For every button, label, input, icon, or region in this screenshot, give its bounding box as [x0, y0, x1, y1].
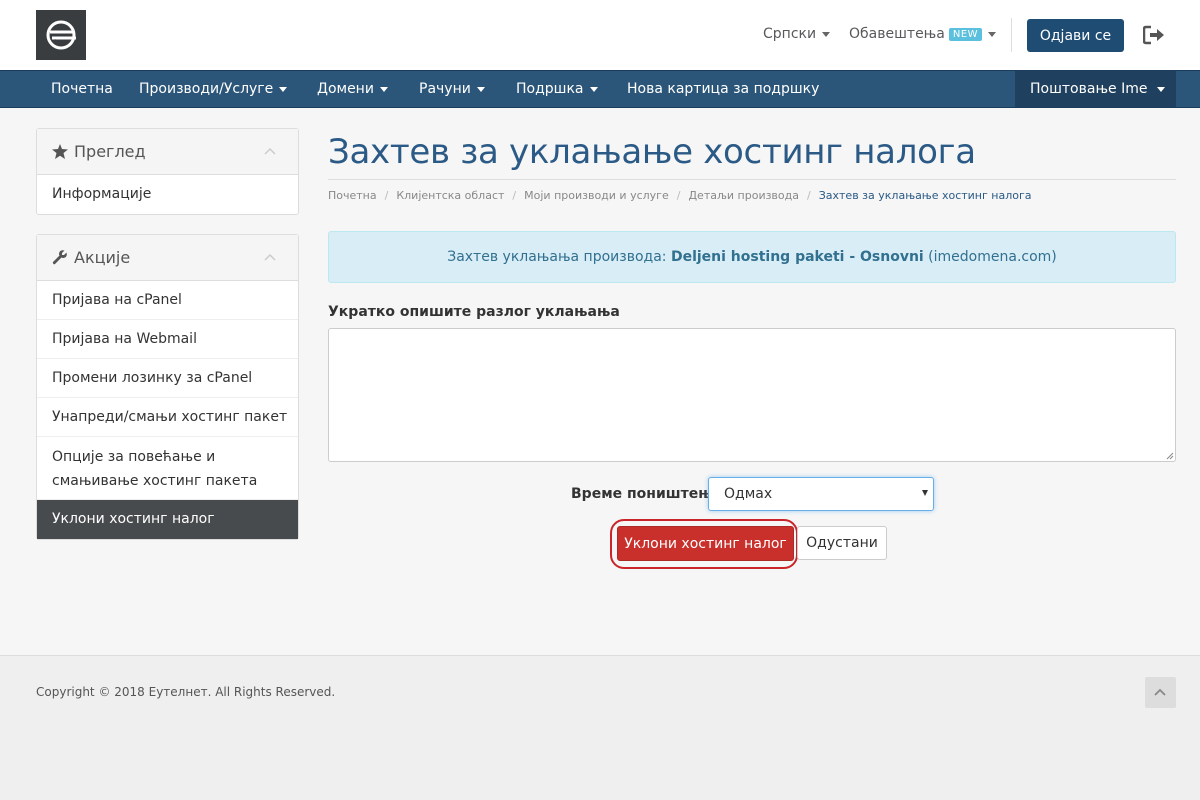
- cancel-button[interactable]: Одустани: [797, 526, 887, 560]
- sidebar-item-label: Промени лозинку за cPanel: [52, 370, 253, 386]
- resize-grip-icon[interactable]: [1165, 451, 1174, 460]
- page-title: Захтев за уклањање хостинг налога: [328, 132, 976, 172]
- main-navbar: Почетна Производи/Услуге Домени Рачуни П…: [0, 70, 1200, 108]
- sidebar-item-upgrade-options[interactable]: Опције за повећање и смањивање хостинг п…: [37, 437, 298, 500]
- nav-account-menu[interactable]: Поштовање Ime: [1015, 71, 1176, 107]
- wrench-icon: [52, 250, 67, 265]
- title-divider: [328, 179, 1176, 180]
- notifications-label: Обавештења: [849, 26, 945, 42]
- header-divider: [1011, 18, 1012, 52]
- breadcrumb-home[interactable]: Почетна: [328, 189, 377, 202]
- breadcrumb-separator: /: [807, 189, 811, 202]
- sidebar-item-label: Опције за повећање и смањивање хостинг п…: [52, 449, 258, 489]
- language-dropdown[interactable]: Српски: [763, 26, 831, 42]
- sidebar-item-label: Информације: [52, 186, 152, 202]
- caret-down-icon: [279, 86, 288, 92]
- caret-down-icon: [589, 86, 598, 92]
- chevron-up-icon[interactable]: [264, 252, 276, 264]
- nav-support-label: Подршка: [516, 81, 584, 97]
- nav-new-ticket[interactable]: Нова картица за подршку: [627, 71, 819, 107]
- nav-billing[interactable]: Рачуни: [419, 71, 485, 107]
- cancellation-time-value: Одмах: [724, 486, 773, 502]
- product-info-alert: Захтев уклањања производа: Deljeni hosti…: [328, 231, 1176, 283]
- sign-out-icon[interactable]: [1143, 25, 1165, 45]
- caret-down-icon: [1157, 86, 1166, 92]
- breadcrumb-separator: /: [676, 189, 681, 202]
- sidebar-item-upgrade-downgrade[interactable]: Унапреди/смањи хостинг пакет: [37, 398, 298, 437]
- nav-products[interactable]: Производи/Услуге: [139, 71, 288, 107]
- breadcrumb-client-area[interactable]: Клијентска област: [396, 189, 504, 202]
- overview-panel: Преглед Информације: [36, 128, 299, 215]
- sidebar-item-label: Пријава на Webmail: [52, 331, 197, 347]
- top-header: Српски Обавештења NEW Одјави се: [0, 0, 1200, 70]
- nav-new-ticket-label: Нова картица за подршку: [627, 81, 820, 97]
- sidebar-item-label: Пријава на cPanel: [52, 292, 182, 308]
- breadcrumb-separator: /: [384, 189, 389, 202]
- sidebar-item-cpanel-login[interactable]: Пријава на cPanel: [37, 281, 298, 320]
- breadcrumb-separator: /: [512, 189, 517, 202]
- sidebar-item-remove-account[interactable]: Уклони хостинг налог: [37, 500, 298, 539]
- cancellation-time-select[interactable]: Одмах: [708, 477, 934, 511]
- nav-domains-label: Домени: [317, 81, 374, 97]
- sidebar-item-label: Унапреди/смањи хостинг пакет: [52, 409, 288, 425]
- caret-down-icon: [822, 31, 831, 37]
- select-arrow-icon: [922, 490, 928, 496]
- page-footer: Copyright © 2018 Еутелнет. All Rights Re…: [0, 655, 1200, 800]
- overview-panel-title: Преглед: [74, 142, 146, 161]
- nav-domains[interactable]: Домени: [317, 71, 388, 107]
- reason-textarea[interactable]: [328, 328, 1176, 462]
- star-icon: [52, 144, 68, 159]
- sidebar-item-information[interactable]: Информације: [37, 175, 298, 214]
- breadcrumb-my-services[interactable]: Моји производи и услуге: [524, 189, 669, 202]
- cancellation-time-label: Време поништења: [571, 486, 722, 502]
- copyright-text: Copyright © 2018 Еутелнет. All Rights Re…: [36, 685, 336, 699]
- actions-panel-header[interactable]: Акције: [37, 235, 298, 281]
- language-label: Српски: [763, 26, 817, 42]
- breadcrumb-product-details[interactable]: Детаљи производа: [688, 189, 799, 202]
- sidebar-item-change-password[interactable]: Промени лозинку за cPanel: [37, 359, 298, 398]
- notifications-dropdown[interactable]: Обавештења NEW: [849, 26, 997, 42]
- nav-home-label: Почетна: [51, 81, 113, 97]
- caret-down-icon: [379, 86, 388, 92]
- alert-domain: (imedomena.com): [923, 249, 1057, 265]
- overview-panel-header[interactable]: Преглед: [37, 129, 298, 175]
- company-logo[interactable]: [36, 10, 86, 60]
- sidebar-item-label: Уклони хостинг налог: [52, 511, 215, 527]
- logo-icon: [46, 20, 76, 50]
- actions-panel: Акције Пријава на cPanel Пријава на Webm…: [36, 234, 299, 540]
- nav-home[interactable]: Почетна: [51, 71, 113, 107]
- nav-support[interactable]: Подршка: [516, 71, 598, 107]
- nav-products-label: Производи/Услуге: [139, 81, 274, 97]
- alert-prefix: Захтев уклањања производа:: [447, 249, 671, 265]
- caret-down-icon: [988, 31, 997, 37]
- chevron-up-icon: [1154, 688, 1166, 696]
- new-badge: NEW: [948, 28, 983, 41]
- sidebar-item-webmail-login[interactable]: Пријава на Webmail: [37, 320, 298, 359]
- remove-account-button[interactable]: Уклони хостинг налог: [617, 526, 794, 561]
- caret-down-icon: [476, 86, 485, 92]
- logout-button[interactable]: Одјави се: [1027, 19, 1124, 52]
- actions-panel-title: Акције: [74, 248, 131, 267]
- breadcrumb: Почетна / Клијентска област / Моји производи…: [328, 189, 1031, 202]
- account-label: Поштовање Ime: [1030, 81, 1148, 97]
- back-to-top-button[interactable]: [1145, 677, 1176, 708]
- breadcrumb-current: Захтев за уклањање хостинг налога: [818, 189, 1032, 202]
- chevron-up-icon[interactable]: [264, 146, 276, 158]
- alert-product-name: Deljeni hosting paketi - Osnovni: [670, 249, 924, 265]
- reason-label: Укратко опишите разлог уклањања: [328, 304, 620, 320]
- nav-billing-label: Рачуни: [419, 81, 471, 97]
